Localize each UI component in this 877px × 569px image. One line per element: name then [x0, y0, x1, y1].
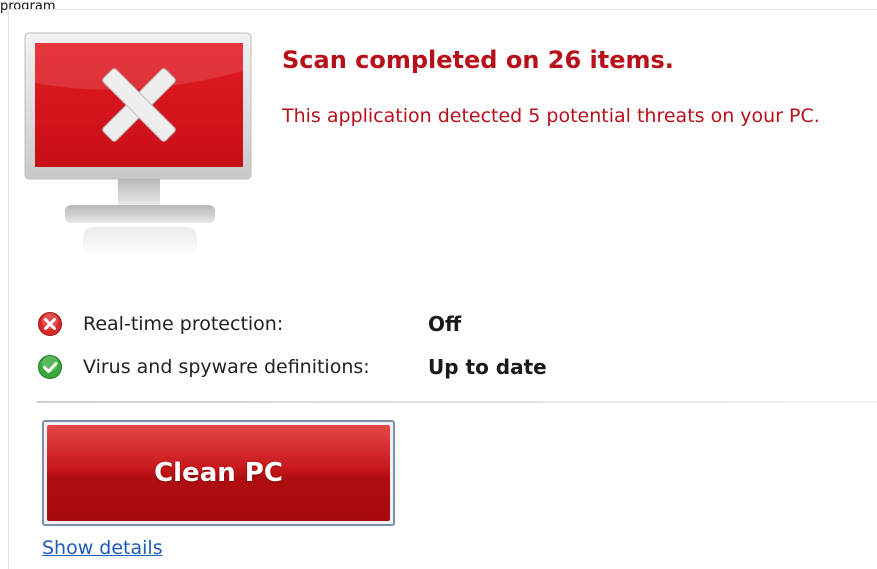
scan-title: Scan completed on 26 items. [282, 46, 674, 74]
divider [37, 401, 877, 403]
status-label: Virus and spyware definitions: [83, 356, 370, 378]
status-label: Real-time protection: [83, 313, 284, 335]
check-icon [38, 355, 62, 379]
scan-subtitle: This application detected 5 potential th… [282, 105, 820, 127]
status-row-definitions: Virus and spyware definitions: Up to dat… [37, 352, 547, 382]
clean-pc-button-label: Clean PC [47, 425, 390, 521]
clean-pc-button[interactable]: Clean PC [42, 420, 395, 526]
status-row-realtime-protection: Real-time protection: Off [37, 309, 461, 339]
scan-results-panel: Scan completed on 26 items. This applica… [8, 9, 877, 569]
monitor-error-icon [24, 32, 252, 257]
status-value: Up to date [428, 355, 547, 379]
status-value: Off [428, 312, 462, 336]
show-details-link[interactable]: Show details [42, 537, 163, 559]
error-icon [38, 312, 62, 336]
